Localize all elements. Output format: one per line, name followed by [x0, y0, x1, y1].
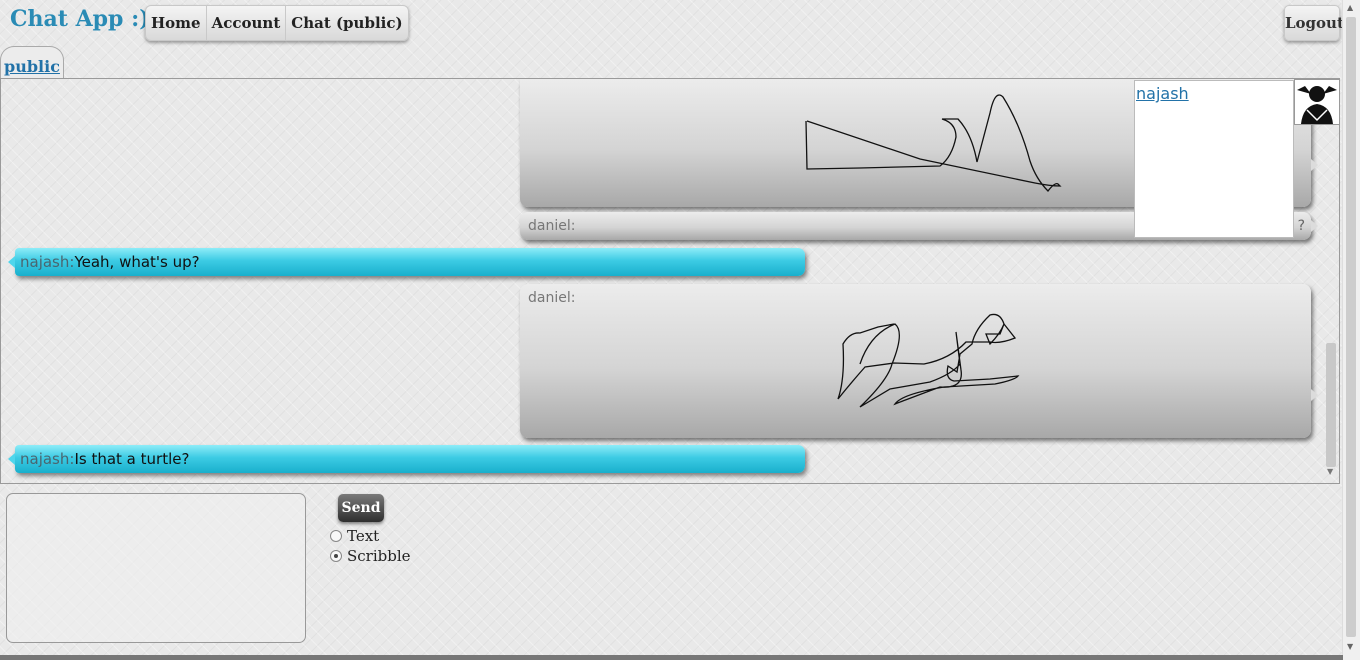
- nav-home[interactable]: Home: [146, 6, 207, 40]
- radio-text[interactable]: [330, 530, 342, 542]
- message-text: Is that a turtle?: [74, 450, 190, 468]
- message-scribble-daniel-2: daniel:: [520, 284, 1318, 438]
- page-scrollbar-thumb[interactable]: [1346, 17, 1356, 637]
- nav-account[interactable]: Account: [207, 6, 287, 40]
- logout-button[interactable]: Logout: [1284, 5, 1344, 41]
- radio-scribble[interactable]: [330, 550, 342, 562]
- radio-text-label: Text: [347, 527, 380, 545]
- taskbar: [0, 655, 1343, 660]
- chat-panel[interactable]: daniel: ? najash:Yeah, what's up? daniel…: [0, 78, 1340, 484]
- main-nav: Home Account Chat (public): [145, 5, 409, 41]
- nav-chat-public[interactable]: Chat (public): [286, 6, 407, 40]
- radio-scribble-label: Scribble: [347, 547, 411, 565]
- scroll-down-arrow-icon[interactable]: ▼: [1327, 467, 1333, 476]
- mode-text-option[interactable]: Text: [330, 527, 379, 545]
- chat-scrollbar[interactable]: ▼: [1324, 81, 1338, 479]
- page-scrollbar[interactable]: ▲ ▼: [1342, 0, 1360, 660]
- chat-scrollbar-thumb[interactable]: [1326, 343, 1336, 467]
- message-sender-name: najash:: [20, 253, 75, 271]
- message-text-trailing: ?: [1297, 218, 1305, 234]
- scribble-drawing: [837, 313, 1020, 408]
- scroll-down-arrow-icon[interactable]: ▼: [1347, 642, 1353, 651]
- user-link-najash[interactable]: najash: [1136, 84, 1189, 103]
- message-sender-name: daniel:: [528, 218, 576, 234]
- message-text-najash-2: najash:Is that a turtle?: [8, 445, 805, 473]
- app-title: Chat App :): [10, 6, 150, 32]
- scroll-up-arrow-icon[interactable]: ▲: [1347, 3, 1353, 12]
- mode-scribble-option[interactable]: Scribble: [330, 547, 411, 565]
- scribble-canvas[interactable]: [6, 493, 306, 643]
- message-text: Yeah, what's up?: [74, 253, 200, 271]
- tab-public-link[interactable]: public: [4, 57, 60, 76]
- send-button[interactable]: Send: [338, 494, 384, 522]
- online-users-panel: najash: [1134, 80, 1294, 238]
- message-text-najash-1: najash:Yeah, what's up?: [8, 248, 805, 276]
- message-sender-name: najash:: [20, 450, 75, 468]
- tab-public[interactable]: public: [0, 46, 64, 79]
